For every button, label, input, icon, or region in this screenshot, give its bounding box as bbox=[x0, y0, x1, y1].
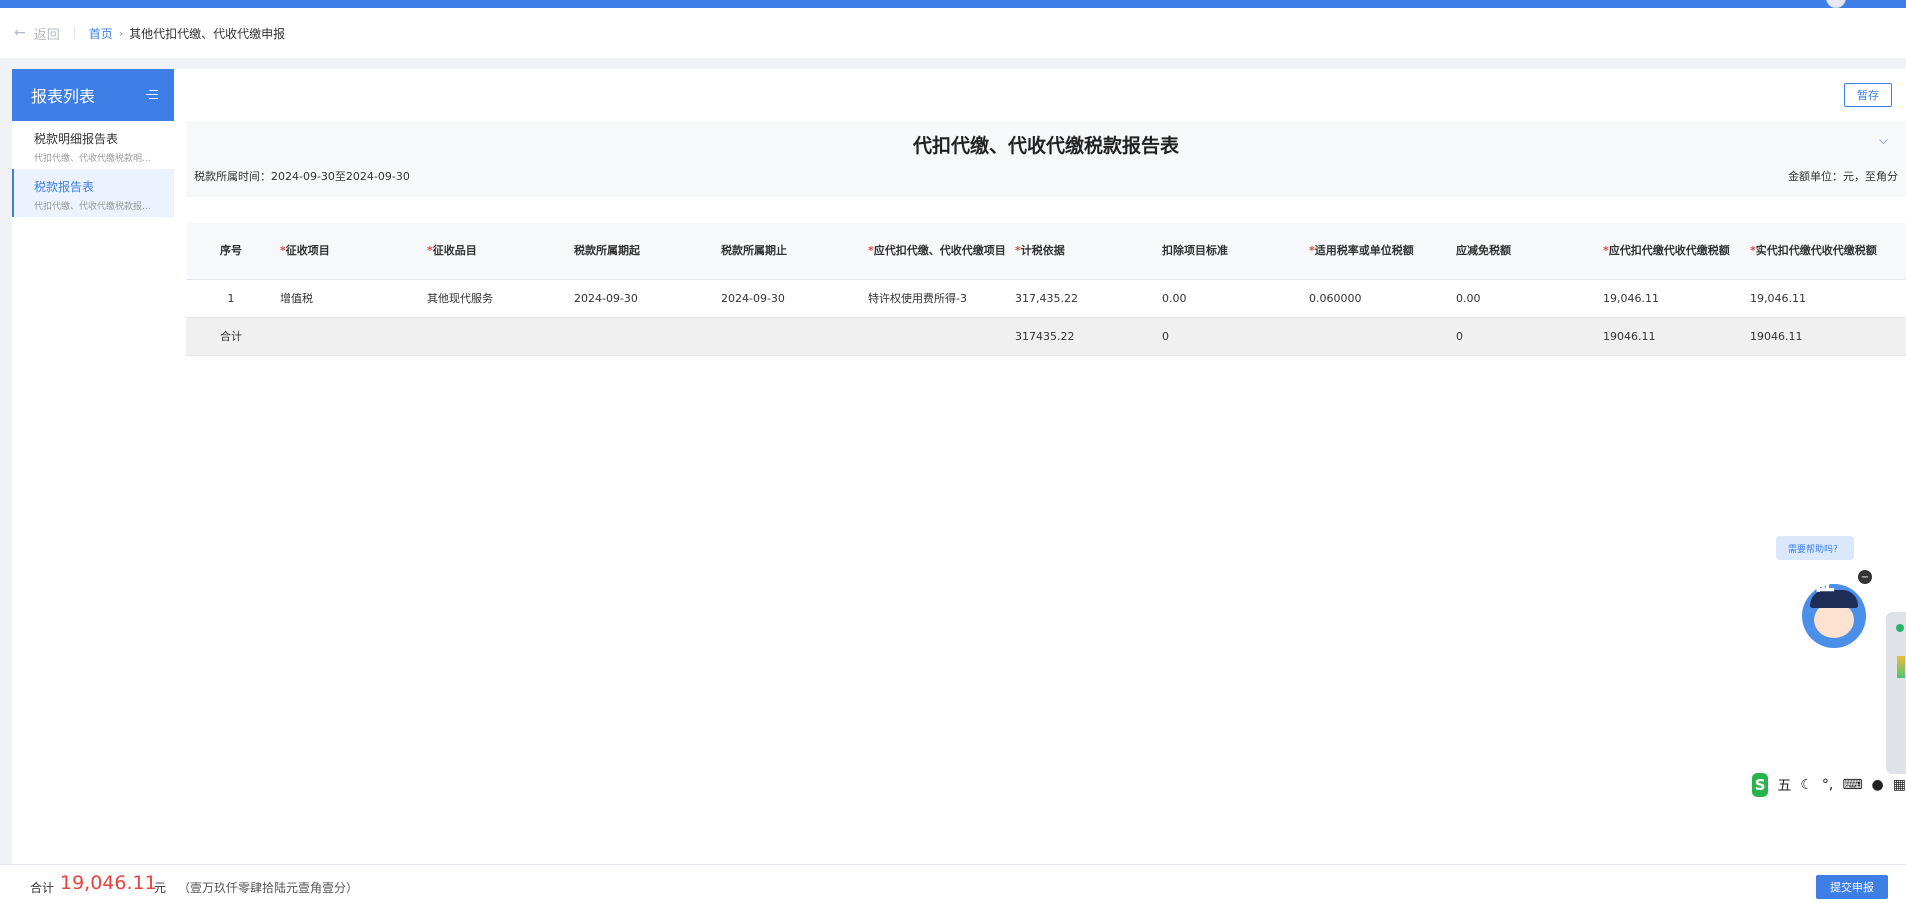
keyboard-icon[interactable]: ⌨ bbox=[1842, 777, 1862, 793]
footer-bar: 合计 19,046.11 元 （壹万玖仟零肆拾陆元壹角壹分） 提交申报 bbox=[0, 864, 1906, 907]
grid-icon[interactable]: ▦ bbox=[1893, 777, 1906, 793]
status-dot bbox=[1896, 624, 1904, 632]
save-draft-button[interactable]: 暂存 bbox=[1844, 83, 1892, 107]
table-cell bbox=[864, 317, 1011, 356]
table-cell: 19046.11 bbox=[1599, 317, 1746, 356]
table-cell: 317435.22 bbox=[1011, 317, 1158, 356]
column-header: *征收项目 bbox=[276, 223, 423, 280]
table-cell: 19046.11 bbox=[1746, 317, 1906, 356]
breadcrumb-current: 其他代扣代缴、代收代缴申报 bbox=[129, 26, 286, 41]
help-assistant-widget[interactable]: 需要帮助吗？ − 征 纳 互 动 bbox=[1752, 536, 1892, 666]
amount-unit: 金额单位：元，至角分 bbox=[1788, 170, 1898, 183]
punctuation-icon[interactable]: °, bbox=[1822, 777, 1833, 793]
divider bbox=[73, 27, 75, 39]
sidebar-item-desc: 代扣代缴、代收代缴税款报... bbox=[34, 202, 151, 212]
report-list-sidebar: 报表列表 税款明细报告表 代扣代缴、代收代缴税款明... 税款报告表 代扣代缴、… bbox=[12, 69, 174, 864]
logo-char: 征 bbox=[1814, 570, 1835, 595]
tax-report-table: 序号 *征收项目 *征收品目 税款所属期起 税款所属期止 *应代扣代缴、代收代缴… bbox=[186, 223, 1906, 356]
arrow-left-icon: ← bbox=[14, 25, 26, 41]
column-header: 税款所属期起 bbox=[570, 223, 717, 280]
moon-icon[interactable]: ☾ bbox=[1800, 777, 1813, 793]
column-header: *应代扣代缴代收代缴税额 bbox=[1599, 223, 1746, 280]
side-float-widget[interactable] bbox=[1886, 612, 1906, 774]
column-header: *征收品目 bbox=[423, 223, 570, 280]
back-button[interactable]: ← 返回 bbox=[14, 24, 60, 43]
logo-char: 动 bbox=[1780, 634, 1801, 659]
column-header: 序号 bbox=[186, 223, 276, 280]
tax-period: 税款所属时间：2024-09-30至2024-09-30 bbox=[194, 170, 410, 183]
logo-char: 纳 bbox=[1766, 582, 1787, 607]
table-cell[interactable]: 0.060000 bbox=[1305, 279, 1452, 318]
submit-declaration-button[interactable]: 提交申报 bbox=[1816, 875, 1888, 899]
back-label: 返回 bbox=[33, 27, 60, 43]
sidebar-item-label: 税款明细报告表 bbox=[34, 132, 119, 146]
column-header: 税款所属期止 bbox=[717, 223, 864, 280]
table-cell[interactable]: 19,046.11 bbox=[1599, 279, 1746, 318]
table-cell[interactable]: 19,046.11 bbox=[1746, 279, 1906, 318]
sidebar-item-tax-detail-report[interactable]: 税款明细报告表 代扣代缴、代收代缴税款明... bbox=[12, 121, 174, 169]
table-cell bbox=[276, 317, 423, 356]
assistant-avatar[interactable]: 征 纳 互 动 bbox=[1762, 570, 1866, 664]
total-amount-chinese: （壹万玖仟零肆拾陆元壹角壹分） bbox=[178, 881, 359, 895]
column-header: *计税依据 bbox=[1011, 223, 1158, 280]
chevron-right-icon: › bbox=[118, 26, 124, 40]
ime-toolbar[interactable]: S 五 ☾ °, ⌨ ● ▦ bbox=[1752, 772, 1906, 798]
sidebar-item-desc: 代扣代缴、代收代缴税款明... bbox=[34, 154, 151, 164]
gauge-bar bbox=[1897, 656, 1905, 678]
table-cell bbox=[1305, 317, 1452, 356]
column-header: *适用税率或单位税额 bbox=[1305, 223, 1452, 280]
table-cell[interactable]: 2024-09-30 bbox=[717, 279, 864, 318]
report-title: 代扣代缴、代收代缴税款报告表 bbox=[912, 135, 1179, 157]
table-cell: 0 bbox=[1158, 317, 1305, 356]
table-cell[interactable]: 其他现代服务 bbox=[423, 279, 570, 318]
user-icon[interactable]: ● bbox=[1872, 777, 1884, 793]
chevron-down-icon[interactable]: ⌵ bbox=[1879, 133, 1888, 148]
table-total-row: 合计 317435.22 0 0 19046.11 19046.11 bbox=[186, 317, 1906, 356]
table-cell: 合计 bbox=[186, 317, 276, 356]
total-label: 合计 bbox=[30, 881, 55, 895]
sidebar-item-label: 税款报告表 bbox=[34, 180, 95, 194]
sidebar-header: 报表列表 bbox=[12, 69, 174, 121]
table-cell[interactable]: 2024-09-30 bbox=[570, 279, 717, 318]
table-header-row: 序号 *征收项目 *征收品目 税款所属期起 税款所属期止 *应代扣代缴、代收代缴… bbox=[186, 223, 1906, 280]
top-banner bbox=[0, 0, 1906, 8]
table-cell: 0 bbox=[1452, 317, 1599, 356]
user-avatar[interactable] bbox=[1826, 0, 1846, 8]
table-cell bbox=[423, 317, 570, 356]
report-content: 暂存 代扣代缴、代收代缴税款报告表 ⌵ 税款所属时间：2024-09-30至20… bbox=[186, 69, 1906, 864]
breadcrumb-home-link[interactable]: 首页 bbox=[89, 25, 113, 42]
table-cell bbox=[570, 317, 717, 356]
table-cell[interactable]: 0.00 bbox=[1158, 279, 1305, 318]
breadcrumb-bar: ← 返回 首页 › 其他代扣代缴、代收代缴申报 bbox=[0, 8, 1906, 58]
table-row[interactable]: 1 增值税 其他现代服务 2024-09-30 2024-09-30 特许权使用… bbox=[186, 279, 1906, 318]
column-header: 应减免税额 bbox=[1452, 223, 1599, 280]
table-cell[interactable]: 特许权使用费所得-3 bbox=[864, 279, 1011, 318]
column-header: 扣除项目标准 bbox=[1158, 223, 1305, 280]
table-cell[interactable]: 增值税 bbox=[276, 279, 423, 318]
sidebar-title: 报表列表 bbox=[31, 87, 96, 106]
logo-char: 互 bbox=[1762, 608, 1783, 633]
table-cell[interactable]: 0.00 bbox=[1452, 279, 1599, 318]
column-header: *实代扣代缴代收代缴税额 bbox=[1746, 223, 1906, 280]
list-menu-icon[interactable] bbox=[146, 89, 158, 101]
table-cell: 1 bbox=[186, 279, 276, 318]
help-bubble[interactable]: 需要帮助吗？ bbox=[1776, 536, 1854, 560]
total-amount: 19,046.11 bbox=[60, 872, 157, 894]
currency-label: 元 bbox=[154, 881, 167, 895]
ime-logo-icon[interactable]: S bbox=[1752, 773, 1769, 797]
table-cell bbox=[717, 317, 864, 356]
column-header: *应代扣代缴、代收代缴项目 bbox=[864, 223, 1011, 280]
report-header: 代扣代缴、代收代缴税款报告表 ⌵ 税款所属时间：2024-09-30至2024-… bbox=[186, 121, 1906, 197]
main-panel: 报表列表 税款明细报告表 代扣代缴、代收代缴税款明... 税款报告表 代扣代缴、… bbox=[12, 69, 1906, 864]
ime-mode[interactable]: 五 bbox=[1777, 775, 1791, 795]
table-cell[interactable]: 317,435.22 bbox=[1011, 279, 1158, 318]
sidebar-item-tax-report[interactable]: 税款报告表 代扣代缴、代收代缴税款报... bbox=[12, 169, 174, 217]
